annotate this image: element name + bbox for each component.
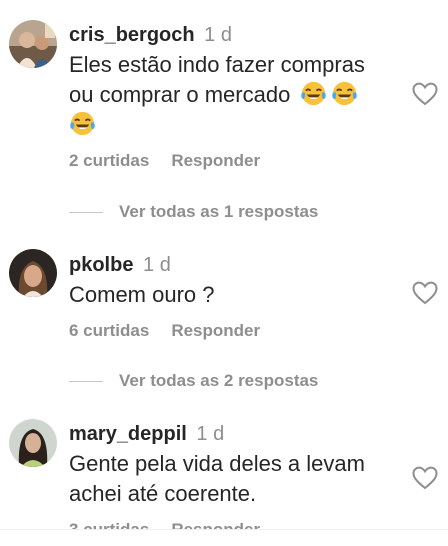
- comment-text: Gente pela vida deles a levam achei até …: [69, 449, 399, 509]
- divider-line: [69, 212, 103, 214]
- username[interactable]: pkolbe: [69, 254, 133, 276]
- timestamp: 1 d: [204, 24, 232, 46]
- tears-of-joy-emoji-icon: [331, 80, 358, 107]
- tears-of-joy-emoji-icon: [69, 110, 96, 137]
- comment-text-line: [69, 110, 399, 140]
- reply-button[interactable]: Responder: [171, 151, 260, 170]
- like-heart-icon[interactable]: [412, 466, 438, 490]
- view-replies-label: Ver todas as 1 respostas: [119, 202, 319, 221]
- comment-text: Eles estão indo fazer compras ou comprar…: [69, 50, 399, 140]
- like-heart-icon[interactable]: [412, 82, 438, 106]
- timestamp: 1 d: [143, 254, 171, 276]
- comment-header: pkolbe 1 d: [69, 253, 171, 277]
- view-replies-button[interactable]: Ver todas as 2 respostas: [69, 371, 318, 391]
- comment-header: mary_deppil 1 d: [69, 422, 224, 446]
- comment-text-line: Gente pela vida deles a levam: [69, 451, 365, 476]
- comment-text-line: achei até coerente.: [69, 481, 257, 506]
- comment-text-line: ou comprar o mercado: [69, 82, 291, 107]
- view-replies-button[interactable]: Ver todas as 1 respostas: [69, 202, 318, 222]
- username[interactable]: mary_deppil: [69, 423, 187, 445]
- comment-actions: 2 curtidas Responder: [69, 151, 260, 171]
- reply-button[interactable]: Responder: [171, 321, 260, 340]
- bottom-bar: [0, 530, 448, 546]
- timestamp: 1 d: [196, 423, 225, 445]
- likes-count[interactable]: 2 curtidas: [69, 151, 149, 170]
- username[interactable]: cris_bergoch: [69, 24, 195, 46]
- comment-actions: 6 curtidas Responder: [69, 321, 260, 341]
- likes-count[interactable]: 6 curtidas: [69, 321, 149, 340]
- tears-of-joy-emoji-icon: [300, 80, 327, 107]
- view-replies-label: Ver todas as 2 respostas: [119, 371, 319, 390]
- comment-text: Comem ouro ?: [69, 282, 215, 307]
- avatar[interactable]: [9, 249, 57, 297]
- avatar[interactable]: [9, 20, 57, 68]
- comment-text-line-with-emoji: ou comprar o mercado: [69, 80, 399, 110]
- like-heart-icon[interactable]: [412, 281, 438, 305]
- comment-text-line: Eles estão indo fazer compras: [69, 52, 365, 77]
- divider-line: [69, 381, 103, 383]
- comment-header: cris_bergoch 1 d: [69, 23, 232, 47]
- avatar[interactable]: [9, 419, 57, 467]
